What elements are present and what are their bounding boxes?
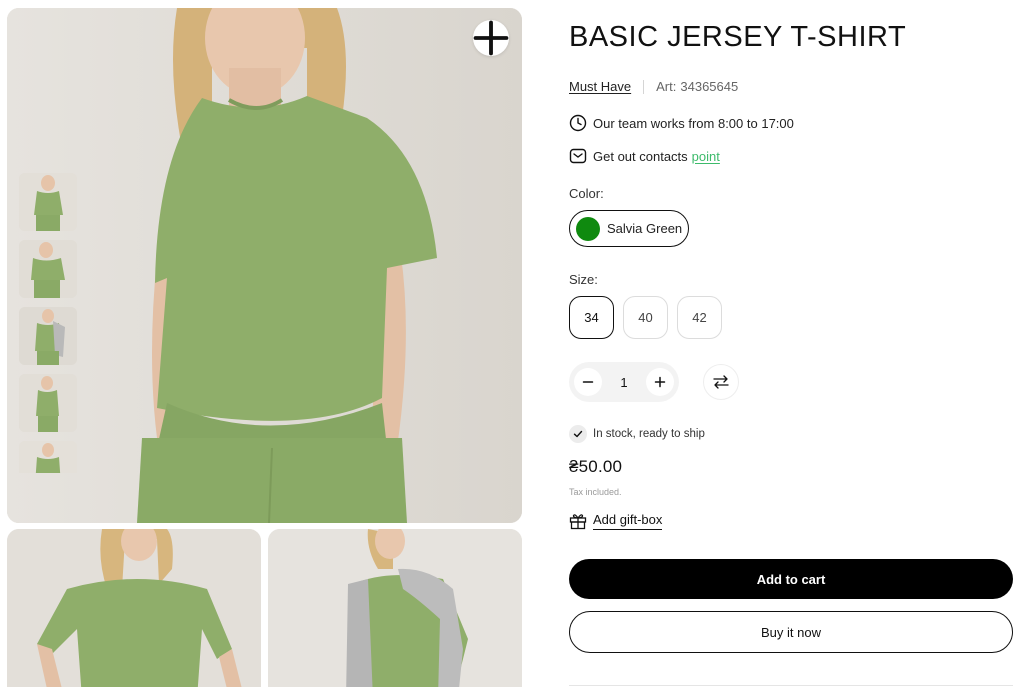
buy-it-now-button[interactable]: Buy it now <box>569 611 1013 653</box>
product-info-panel: BASIC JERSEY T-SHIRT Must Have Art: 34365… <box>569 0 1013 687</box>
stock-status: In stock, ready to ship <box>569 425 705 443</box>
plus-icon <box>654 376 666 388</box>
brand-link[interactable]: Must Have <box>569 79 631 94</box>
plus-icon <box>473 20 509 56</box>
contacts-text: Get out contacts <box>593 148 688 164</box>
size-option-40[interactable]: 40 <box>623 296 668 339</box>
thumbnail-1[interactable] <box>19 173 77 231</box>
add-to-cart-button[interactable]: Add to cart <box>569 559 1013 599</box>
thumbnail-3[interactable] <box>19 307 77 365</box>
gift-icon <box>569 512 587 530</box>
increase-quantity-button[interactable] <box>645 368 674 396</box>
contacts-row: Get out contacts point <box>569 147 720 165</box>
product-title: BASIC JERSEY T-SHIRT <box>569 21 907 53</box>
color-label: Color: <box>569 186 604 201</box>
quantity-stepper: 1 <box>569 362 679 402</box>
minus-icon <box>582 381 594 383</box>
swap-arrows-icon <box>713 375 729 389</box>
zoom-button[interactable] <box>473 20 509 56</box>
working-hours-text: Our team works from 8:00 to 17:00 <box>593 115 794 131</box>
product-page: BASIC JERSEY T-SHIRT Must Have Art: 34365… <box>0 0 1024 687</box>
add-gift-box-link[interactable]: Add gift-box <box>569 512 663 530</box>
model-front-image <box>7 8 522 523</box>
mail-icon <box>569 147 587 165</box>
size-label: Size: <box>569 272 598 287</box>
product-photo-2[interactable] <box>7 529 261 687</box>
thumbnail-image <box>19 441 77 473</box>
article-number: Art: 34365645 <box>656 79 738 94</box>
thumbnail-image <box>19 374 77 432</box>
compare-button[interactable] <box>703 364 739 400</box>
working-hours: Our team works from 8:00 to 17:00 <box>569 114 794 132</box>
article-label: Art: <box>656 79 677 94</box>
tax-note: Tax included. <box>569 487 622 497</box>
product-meta: Must Have Art: 34365645 <box>569 79 738 94</box>
checkmark-icon <box>569 425 587 443</box>
thumbnail-5[interactable] <box>19 441 77 473</box>
color-swatch <box>576 216 600 241</box>
color-option-salvia-green[interactable]: Salvia Green <box>569 210 689 247</box>
decrease-quantity-button[interactable] <box>574 368 602 396</box>
size-option-42[interactable]: 42 <box>677 296 722 339</box>
stock-text: In stock, ready to ship <box>593 428 705 440</box>
color-name: Salvia Green <box>607 221 683 236</box>
size-selector: 34 40 42 <box>569 296 722 339</box>
contacts-link[interactable]: point <box>692 149 720 164</box>
meta-divider <box>643 79 645 94</box>
thumbnail-strip[interactable] <box>19 173 79 473</box>
model-with-sweater-image <box>268 529 522 687</box>
thumbnail-image <box>19 307 77 365</box>
thumbnail-4[interactable] <box>19 374 77 432</box>
main-product-photo[interactable] <box>7 8 522 523</box>
section-divider <box>569 685 1013 686</box>
clock-icon <box>569 114 587 132</box>
gift-box-label: Add gift-box <box>593 512 663 530</box>
size-option-34[interactable]: 34 <box>569 296 614 339</box>
thumbnail-image <box>19 173 77 231</box>
thumbnail-2[interactable] <box>19 240 77 298</box>
model-side-image <box>7 529 261 687</box>
product-price: ₴50.00 <box>569 457 623 476</box>
product-photo-3[interactable] <box>268 529 522 687</box>
thumbnail-image <box>19 240 77 298</box>
quantity-value[interactable]: 1 <box>620 375 627 390</box>
article-value: 34365645 <box>680 79 739 94</box>
